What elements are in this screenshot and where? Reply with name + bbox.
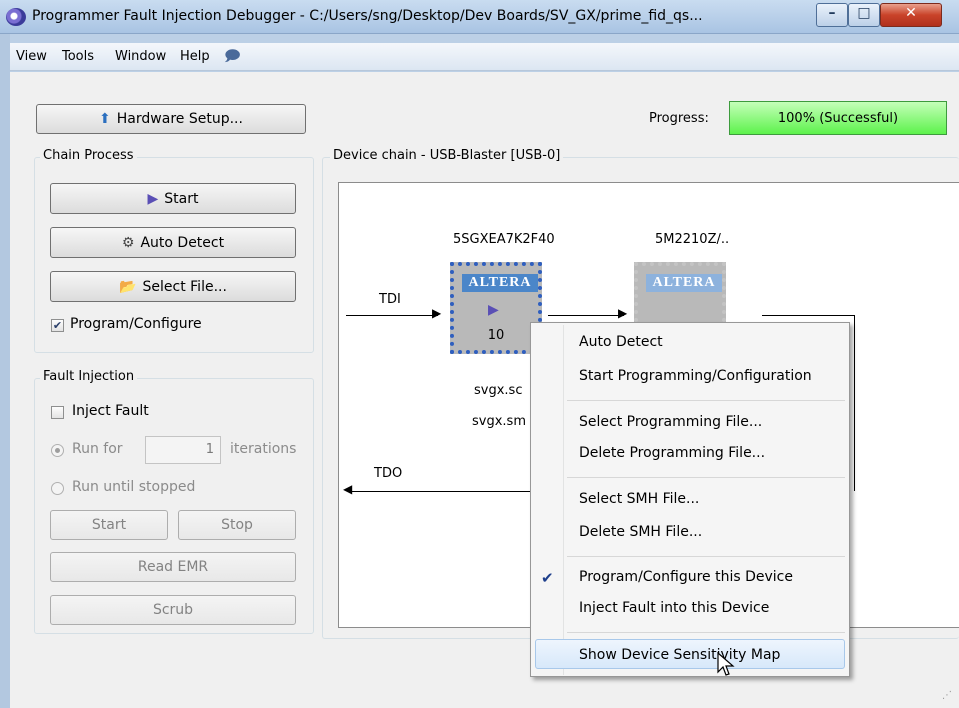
- fault-stop-label: Stop: [221, 517, 253, 533]
- hardware-icon: ⬆: [99, 111, 111, 127]
- chain-process-title: Chain Process: [40, 148, 137, 163]
- chain-link-line: [548, 315, 624, 316]
- progress-label: Progress:: [649, 111, 709, 126]
- scrub-button[interactable]: Scrub: [50, 595, 296, 625]
- auto-detect-label: Auto Detect: [140, 234, 225, 251]
- menu-item-inject-fault-device[interactable]: Inject Fault into this Device: [579, 600, 769, 616]
- mouse-cursor-icon: [717, 652, 735, 676]
- iterations-label: iterations: [230, 441, 297, 457]
- menu-tools[interactable]: Tools: [62, 49, 94, 64]
- select-file-button[interactable]: 📂 Select File...: [50, 271, 296, 302]
- program-configure-label: Program/Configure: [70, 316, 202, 332]
- folder-icon: 📂: [119, 278, 137, 295]
- fault-stop-button[interactable]: Stop: [178, 510, 296, 540]
- menu-separator: [567, 556, 845, 557]
- menu-separator: [567, 400, 845, 401]
- checkmark-icon: ✔: [541, 569, 554, 587]
- arrow-right-icon: ▶: [618, 306, 628, 320]
- start-icon: ▶: [147, 190, 159, 207]
- progress-value: 100% (Successful): [777, 110, 899, 126]
- menu-item-show-sensitivity-map[interactable]: Show Device Sensitivity Map: [579, 647, 780, 663]
- device-1-file1: svgx.sc: [474, 383, 523, 398]
- auto-detect-button[interactable]: ⚙ Auto Detect: [50, 227, 296, 258]
- device-1-file2: svgx.sm: [472, 414, 526, 429]
- fault-start-button[interactable]: Start: [50, 510, 168, 540]
- menu-item-select-programming-file[interactable]: Select Programming File...: [579, 414, 762, 430]
- maximize-icon: □: [857, 5, 871, 21]
- chain-return-line: [854, 315, 855, 491]
- device-1-chip[interactable]: ALTERA ▶ 10: [450, 262, 542, 354]
- start-button[interactable]: ▶ Start: [50, 183, 296, 214]
- run-until-stopped-label: Run until stopped: [72, 479, 196, 495]
- iterations-input[interactable]: 1: [145, 436, 221, 464]
- tdi-label: TDI: [379, 292, 401, 307]
- altera-logo: ALTERA: [646, 274, 722, 292]
- menu-view[interactable]: View: [16, 49, 47, 64]
- window-border: [0, 34, 10, 708]
- minimize-icon: –: [828, 5, 836, 21]
- menu-item-delete-smh-file[interactable]: Delete SMH File...: [579, 524, 702, 540]
- device-1-name: 5SGXEA7K2F40: [453, 232, 555, 247]
- menu-separator: [567, 477, 845, 478]
- minimize-button[interactable]: –: [816, 3, 848, 27]
- arrow-left-icon: ◀: [343, 482, 353, 496]
- tdo-label: TDO: [374, 466, 403, 481]
- context-menu: Auto Detect Start Programming/Configurat…: [530, 322, 850, 677]
- menu-item-auto-detect[interactable]: Auto Detect: [579, 334, 663, 350]
- close-icon: ✕: [905, 5, 917, 21]
- menu-item-start-programming[interactable]: Start Programming/Configuration: [579, 368, 812, 384]
- tdi-line: [346, 315, 438, 316]
- auto-detect-icon: ⚙: [121, 234, 135, 251]
- run-for-label: Run for: [72, 441, 123, 457]
- select-file-label: Select File...: [142, 278, 227, 295]
- menu-item-delete-programming-file[interactable]: Delete Programming File...: [579, 445, 765, 461]
- menubar: View Tools Window Help 🗩: [10, 43, 959, 71]
- device-chain-title: Device chain - USB-Blaster [USB-0]: [330, 148, 564, 163]
- menu-item-program-configure-device[interactable]: Program/Configure this Device: [579, 569, 793, 585]
- inject-fault-checkbox[interactable]: [51, 406, 64, 419]
- start-label: Start: [164, 190, 199, 207]
- run-for-radio[interactable]: [51, 444, 64, 457]
- close-button[interactable]: ✕: [880, 3, 942, 27]
- menu-separator: [567, 632, 845, 633]
- resize-grip-icon[interactable]: ⋰: [942, 690, 952, 701]
- device-2-name: 5M2210Z/..: [655, 232, 730, 247]
- fault-injection-title: Fault Injection: [40, 369, 138, 384]
- program-configure-checkbox[interactable]: ✔: [51, 319, 64, 332]
- hardware-setup-button[interactable]: ⬆ Hardware Setup...: [36, 104, 306, 134]
- menu-gutter: [563, 325, 564, 675]
- read-emr-label: Read EMR: [137, 559, 209, 575]
- altera-logo: ALTERA: [462, 274, 538, 292]
- run-until-stopped-radio[interactable]: [51, 482, 64, 495]
- menu-help[interactable]: Help: [180, 49, 210, 64]
- title-bar[interactable]: Programmer Fault Injection Debugger - C:…: [0, 0, 959, 34]
- tdo-line: [352, 491, 530, 492]
- menu-item-select-smh-file[interactable]: Select SMH File...: [579, 491, 699, 507]
- progress-bar: 100% (Successful): [729, 101, 947, 135]
- programmer-icon: [6, 8, 26, 26]
- scrub-label: Scrub: [152, 602, 194, 618]
- speech-bubble-icon[interactable]: 🗩: [224, 46, 241, 71]
- arrow-right-icon: ▶: [432, 306, 442, 320]
- hardware-setup-label: Hardware Setup...: [116, 111, 243, 127]
- menu-window[interactable]: Window: [115, 49, 166, 64]
- maximize-button[interactable]: □: [848, 3, 880, 27]
- window-title: Programmer Fault Injection Debugger - C:…: [32, 8, 703, 24]
- program-mark-icon: ▶: [488, 302, 499, 318]
- read-emr-button[interactable]: Read EMR: [50, 552, 296, 582]
- device-1-number: 10: [487, 328, 505, 343]
- inject-fault-label: Inject Fault: [72, 403, 149, 419]
- fault-start-label: Start: [91, 517, 127, 533]
- chain-out-line: [762, 315, 854, 316]
